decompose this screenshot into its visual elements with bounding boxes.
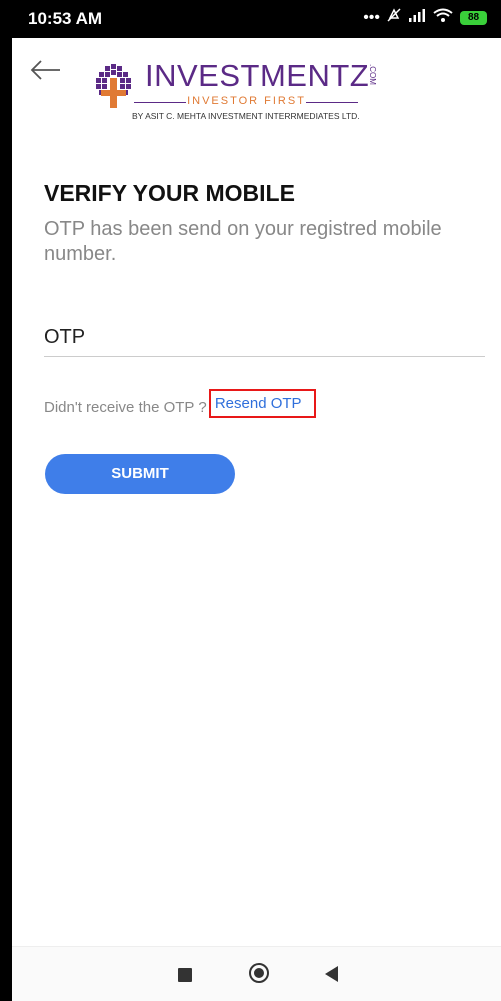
- brand-suffix: .COM: [368, 64, 377, 85]
- resend-row: Didn't receive the OTP ? Resend OTP: [44, 389, 316, 422]
- back-icon[interactable]: [325, 966, 338, 982]
- tagline-divider-right: [306, 102, 358, 103]
- submit-button[interactable]: SUBMIT: [45, 454, 235, 494]
- page-title: VERIFY YOUR MOBILE: [44, 180, 295, 206]
- brand-tagline: INVESTOR FIRST: [187, 95, 306, 107]
- status-bar: 10:53 AM ••• 88: [12, 0, 501, 38]
- brand-subline: BY ASIT C. MEHTA INVESTMENT INTERRMEDIAT…: [132, 111, 360, 121]
- otp-input[interactable]: [44, 326, 485, 349]
- page-description: OTP has been send on your registred mobi…: [44, 218, 442, 265]
- status-icons: ••• 88: [363, 8, 487, 27]
- system-nav-bar: [12, 946, 501, 1001]
- status-time: 10:53 AM: [28, 9, 103, 28]
- home-icon[interactable]: [249, 963, 269, 983]
- otp-field[interactable]: [44, 320, 485, 357]
- tree-logo-icon: [96, 64, 131, 108]
- brand-name: INVESTMENTZ: [145, 58, 370, 93]
- resend-prompt: Didn't receive the OTP ?: [44, 399, 207, 416]
- more-icon: •••: [363, 8, 380, 26]
- resend-otp-link[interactable]: Resend OTP: [208, 389, 316, 418]
- app-screen: 10:53 AM ••• 88 INVESTMENTZ .COM INVESTO…: [12, 0, 501, 1001]
- mute-icon: [387, 8, 401, 27]
- signal-icon: [408, 8, 426, 27]
- app-logo: INVESTMENTZ .COM INVESTOR FIRST BY ASIT …: [88, 58, 378, 128]
- wifi-icon: [433, 8, 453, 27]
- recent-apps-icon[interactable]: [178, 968, 192, 982]
- arrow-left-icon: [30, 60, 60, 80]
- battery-icon: 88: [460, 10, 487, 25]
- back-button[interactable]: [30, 56, 62, 84]
